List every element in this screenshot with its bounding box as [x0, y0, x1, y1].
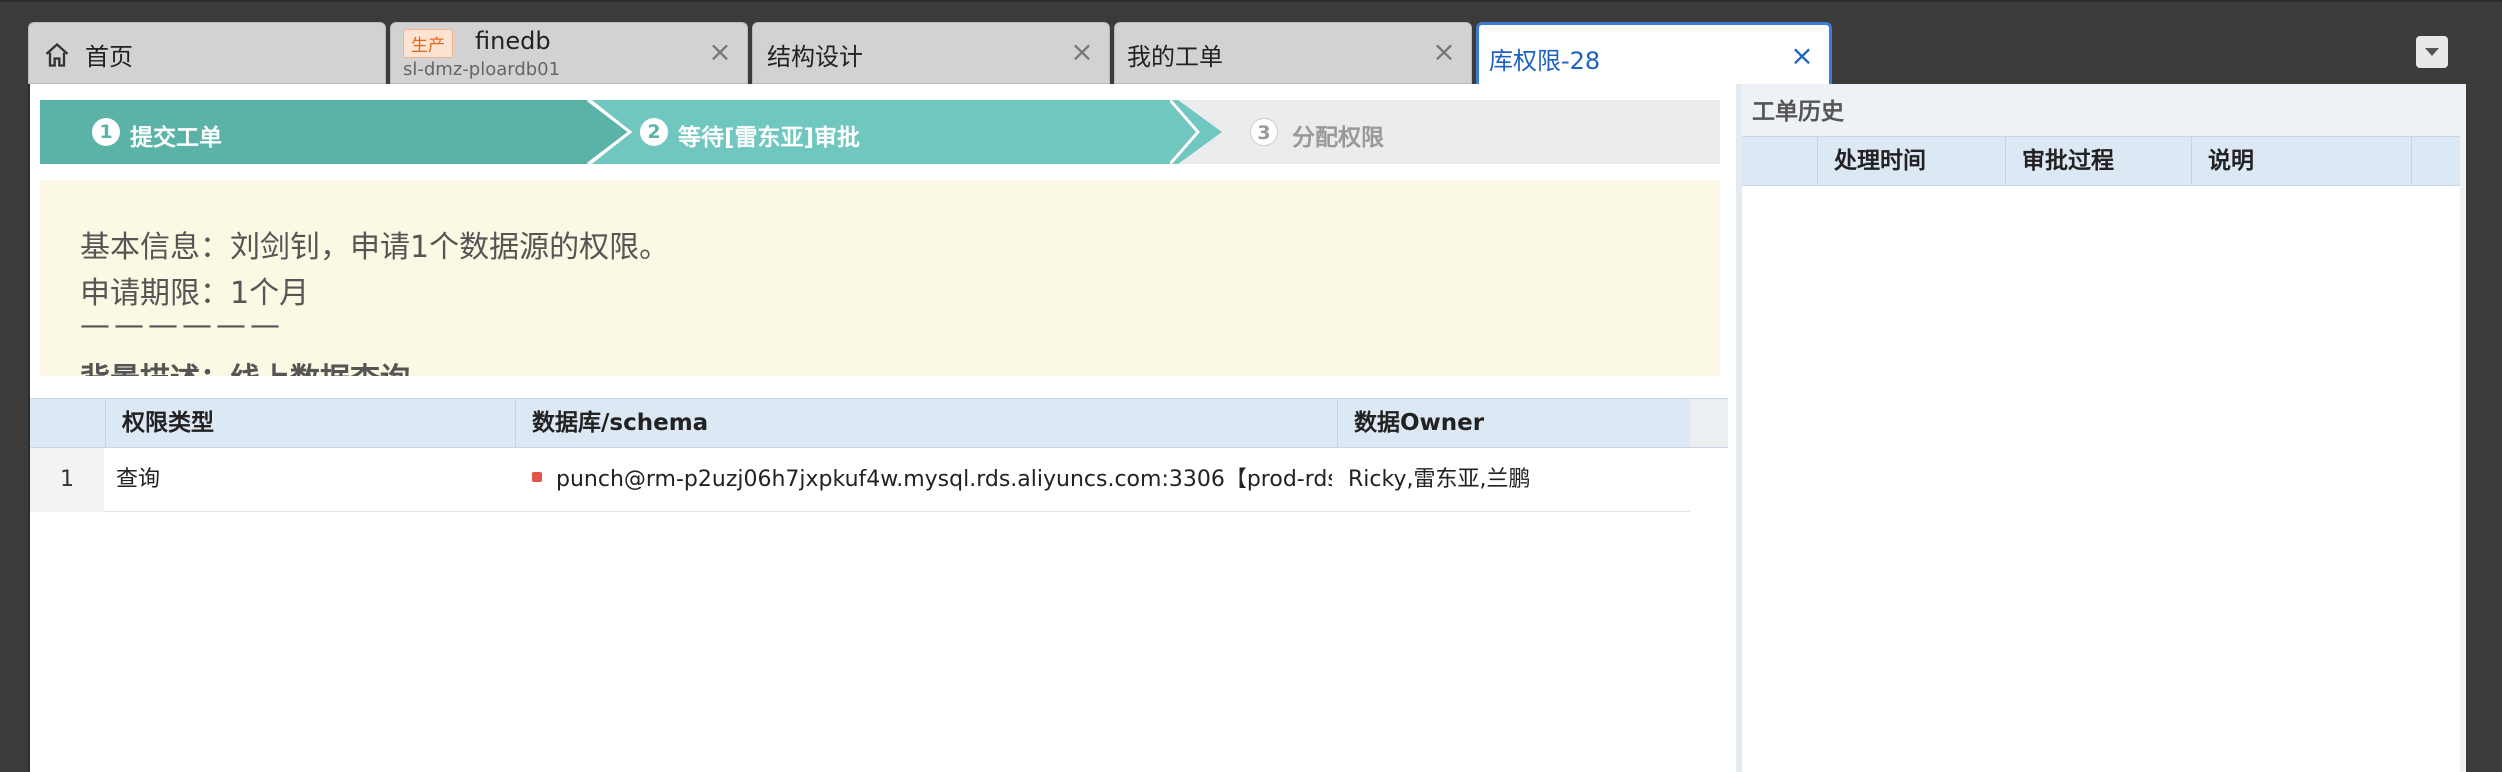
column-header-note[interactable]: 说明: [2192, 137, 2412, 185]
step-number: 2: [640, 118, 668, 146]
tab-structure-design[interactable]: 结构设计 ×: [752, 22, 1110, 84]
info-basic: 基本信息：刘剑钊，申请1个数据源的权限。: [80, 230, 670, 265]
tab-title: finedb: [475, 27, 551, 55]
tab-my-tickets[interactable]: 我的工单 ×: [1114, 22, 1472, 84]
close-icon[interactable]: ×: [1431, 38, 1457, 66]
main-content: 3 分配权限 2 等待[雷东亚]审批 1 提交工单 基本信息：刘剑钊，申请1个数…: [28, 84, 2466, 772]
status-dot-icon: [532, 472, 542, 482]
column-header-type[interactable]: 权限类型: [106, 399, 516, 447]
info-period: 申请期限：1个月: [80, 276, 310, 311]
tab-db-permission[interactable]: 库权限-28 ×: [1476, 22, 1832, 86]
progress-steps: 3 分配权限 2 等待[雷东亚]审批 1 提交工单: [40, 100, 1720, 164]
tab-title: 结构设计: [767, 43, 863, 71]
cell-type: 查询: [116, 467, 161, 492]
close-icon[interactable]: ×: [707, 38, 733, 66]
schema-text: punch@rm-p2uzj06h7jxpkuf4w.mysql.rds.ali…: [556, 467, 1332, 492]
env-badge: 生产: [403, 29, 453, 58]
tab-title: 我的工单: [1127, 43, 1223, 71]
history-header-filler: [2412, 136, 2460, 186]
cell-owner: Ricky,雷东亚,兰鹏: [1348, 467, 1531, 492]
info-background: 背景描述：线上数据查询: [80, 354, 410, 376]
step-label: 分配权限: [1292, 125, 1384, 151]
tab-title: 首页: [85, 43, 133, 71]
close-icon[interactable]: ×: [1069, 38, 1095, 66]
ticket-history-pane: 工单历史 处理时间 审批过程 说明: [1736, 84, 2466, 772]
history-table-body: [1742, 186, 2460, 772]
column-header-owner[interactable]: 数据Owner: [1338, 399, 1690, 447]
ticket-detail-pane: 3 分配权限 2 等待[雷东亚]审批 1 提交工单 基本信息：刘剑钊，申请1个数…: [30, 84, 1728, 772]
step-number: 3: [1250, 118, 1278, 146]
column-header-index: [30, 399, 106, 447]
step-3: 3 分配权限: [1170, 100, 1720, 164]
table-header: 权限类型 数据库/schema 数据Owner: [30, 398, 1690, 448]
step-number: 1: [92, 118, 120, 146]
history-title: 工单历史: [1752, 99, 1844, 125]
tab-bar: 首页 生产 finedb sl-dmz-ploardb01 × 结构设计 × 我…: [0, 0, 2502, 86]
step-label: 等待[雷东亚]审批: [678, 125, 861, 151]
table-row[interactable]: 1 查询 punch@rm-p2uzj06h7jxpkuf4w.mysql.rd…: [30, 448, 1690, 512]
column-header-schema[interactable]: 数据库/schema: [516, 399, 1338, 447]
tab-finedb[interactable]: 生产 finedb sl-dmz-ploardb01 ×: [390, 22, 748, 84]
history-table-header: 处理时间 审批过程 说明: [1742, 136, 2412, 186]
cell-schema: punch@rm-p2uzj06h7jxpkuf4w.mysql.rds.ali…: [532, 448, 1332, 512]
column-header-process[interactable]: 审批过程: [2006, 137, 2192, 185]
table-header-filler: [1690, 398, 1728, 448]
tabs-dropdown-button[interactable]: [2416, 36, 2448, 68]
step-label: 提交工单: [130, 125, 222, 151]
column-header-index: [1742, 137, 1818, 185]
step-divider: [1170, 100, 1200, 164]
step-2: 2 等待[雷东亚]审批: [592, 100, 1222, 164]
ticket-info-box: 基本信息：刘剑钊，申请1个数据源的权限。 申请期限：1个月 —————— 背景描…: [40, 180, 1720, 376]
tab-title: 库权限-28: [1489, 47, 1601, 75]
info-separator: ——————: [80, 308, 284, 343]
tab-subtitle: sl-dmz-ploardb01: [403, 59, 561, 80]
row-number: 1: [30, 448, 104, 512]
tab-home[interactable]: 首页: [28, 22, 386, 84]
column-header-time[interactable]: 处理时间: [1818, 137, 2006, 185]
close-icon[interactable]: ×: [1789, 42, 1815, 70]
home-icon: [45, 42, 69, 67]
step-1: 1 提交工单: [40, 100, 640, 164]
